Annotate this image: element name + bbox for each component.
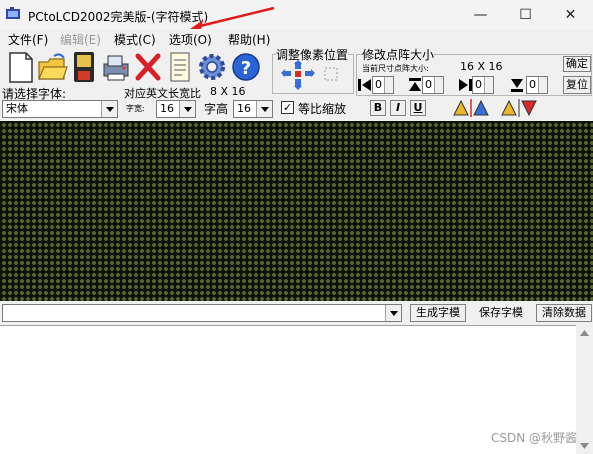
underline-button[interactable]: U bbox=[410, 100, 426, 116]
shrink-bottom-icon bbox=[511, 79, 523, 92]
spin-top-value: 0 bbox=[425, 78, 432, 91]
output-select[interactable] bbox=[2, 304, 402, 322]
confirm-button[interactable]: 确定 bbox=[563, 56, 591, 72]
scroll-down-icon[interactable] bbox=[580, 443, 589, 449]
spin-left-value: 0 bbox=[375, 78, 382, 91]
menu-mode[interactable]: 模式(C) bbox=[114, 31, 156, 48]
height-label: 字高 bbox=[204, 102, 229, 116]
restore-button[interactable]: 复位 bbox=[563, 76, 591, 94]
vertical-scrollbar[interactable] bbox=[576, 325, 593, 454]
current-size-value: 16 X 16 bbox=[460, 60, 503, 73]
shrink-top-icon bbox=[409, 78, 421, 91]
menu-help[interactable]: 帮助(H) bbox=[228, 31, 270, 48]
font-name-select[interactable]: 宋体 bbox=[2, 100, 118, 118]
width-value: 16 bbox=[160, 102, 174, 115]
title-bar: PCtoLCD2002完美版-(字符模式) — ☐ ✕ bbox=[0, 0, 593, 30]
italic-button[interactable]: I bbox=[390, 100, 406, 116]
menu-file[interactable]: 文件(F) bbox=[8, 31, 48, 48]
width-label: 字宽: bbox=[126, 104, 145, 113]
ratio-label: 对应英文长宽比 bbox=[124, 87, 201, 100]
app-icon bbox=[6, 7, 20, 19]
save-disk-icon[interactable] bbox=[68, 50, 100, 84]
settings-gear-icon[interactable] bbox=[196, 50, 228, 84]
bold-button[interactable]: B bbox=[370, 100, 386, 116]
save-font-button[interactable]: 保存字模 bbox=[472, 304, 530, 322]
generate-font-button[interactable]: 生成字模 bbox=[410, 304, 466, 322]
ratio-value: 8 X 16 bbox=[210, 85, 246, 98]
scale-checkbox[interactable]: ✓ bbox=[281, 101, 294, 114]
height-select[interactable]: 16 bbox=[233, 100, 273, 118]
chevron-down-icon bbox=[385, 305, 401, 321]
output-toolbar: 生成字模 保存字模 清除数据 bbox=[0, 301, 593, 325]
watermark: CSDN @秋野酱 bbox=[490, 431, 577, 445]
chevron-down-icon bbox=[101, 101, 117, 117]
spin-left[interactable]: 0 bbox=[372, 76, 394, 94]
menu-options[interactable]: 选项(O) bbox=[169, 31, 212, 48]
scroll-up-icon[interactable] bbox=[580, 330, 589, 336]
delete-x-icon[interactable] bbox=[132, 50, 164, 84]
flip-horizontal-icon[interactable] bbox=[452, 99, 490, 117]
spin-bottom[interactable]: 0 bbox=[526, 76, 548, 94]
menu-edit[interactable]: 编辑(E) bbox=[60, 31, 101, 48]
flip-vertical-icon[interactable] bbox=[500, 99, 538, 117]
dot-matrix-canvas[interactable] bbox=[0, 121, 593, 301]
spin-bottom-value: 0 bbox=[529, 78, 536, 91]
open-folder-icon[interactable] bbox=[36, 50, 68, 84]
svg-text:?: ? bbox=[241, 58, 251, 79]
height-value: 16 bbox=[237, 102, 251, 115]
toolbar-area: ? 调整像素位置 修改点阵大小 当前尺寸点阵大小: 16 X 16 确定 复位 … bbox=[0, 46, 593, 121]
spin-top[interactable]: 0 bbox=[422, 76, 444, 94]
print-icon[interactable] bbox=[100, 50, 132, 84]
new-file-icon[interactable] bbox=[4, 50, 36, 84]
pixel-shift-arrows-icon[interactable] bbox=[281, 60, 343, 90]
red-arrow-annotation bbox=[190, 6, 275, 29]
clear-data-button[interactable]: 清除数据 bbox=[536, 304, 592, 322]
scale-label: 等比缩放 bbox=[298, 102, 347, 116]
spin-right-value: 0 bbox=[475, 78, 482, 91]
font-name-value: 宋体 bbox=[6, 102, 28, 115]
spin-right[interactable]: 0 bbox=[472, 76, 494, 94]
maximize-button[interactable]: ☐ bbox=[503, 0, 548, 30]
window-title: PCtoLCD2002完美版-(字符模式) bbox=[28, 10, 209, 24]
resize-title: 修改点阵大小 bbox=[362, 46, 435, 63]
minimize-button[interactable]: — bbox=[458, 0, 503, 30]
close-button[interactable]: ✕ bbox=[548, 0, 593, 30]
shrink-left-icon bbox=[358, 79, 371, 91]
chevron-down-icon bbox=[179, 101, 195, 117]
current-size-label: 当前尺寸点阵大小: bbox=[362, 64, 429, 73]
chevron-down-icon bbox=[256, 101, 272, 117]
shrink-right-icon bbox=[459, 79, 472, 91]
help-question-icon[interactable]: ? bbox=[230, 50, 262, 84]
width-select[interactable]: 16 bbox=[156, 100, 196, 118]
notepad-icon[interactable] bbox=[164, 50, 196, 84]
